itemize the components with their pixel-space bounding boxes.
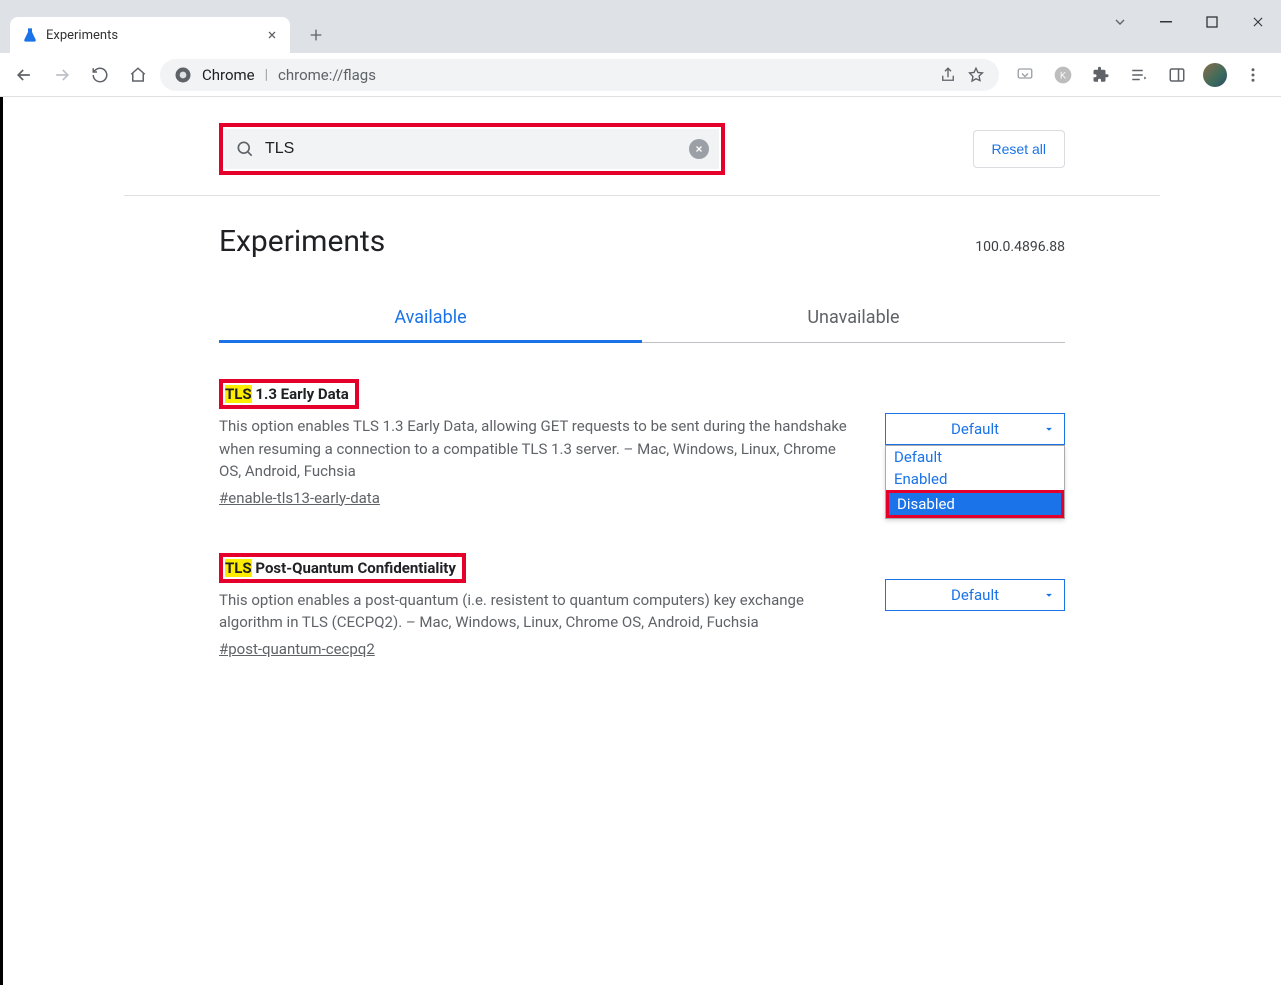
pocket-extension-icon[interactable]	[1009, 59, 1041, 91]
forward-button[interactable]	[46, 59, 78, 91]
search-match: TLS	[225, 385, 252, 403]
option-default[interactable]: Default	[886, 446, 1064, 468]
page-viewport[interactable]: Reset all Experiments 100.0.4896.88 Avai…	[0, 97, 1281, 985]
extension-k-icon[interactable]: K	[1047, 59, 1079, 91]
annotation-highlight-search	[219, 123, 725, 175]
experiment-row: TLS Post-Quantum Confidentiality This op…	[219, 553, 1065, 658]
experiment-title: 1.3 Early Data	[252, 385, 349, 403]
experiment-row: TLS 1.3 Early Data This option enables T…	[219, 379, 1065, 507]
chrome-icon	[174, 66, 192, 84]
new-tab-button[interactable]	[302, 21, 330, 49]
flask-icon	[22, 27, 38, 43]
profile-avatar[interactable]	[1199, 59, 1231, 91]
experiment-title: Post-Quantum Confidentiality	[252, 559, 456, 577]
bookmark-star-icon[interactable]	[967, 66, 985, 84]
maximize-button[interactable]	[1189, 6, 1235, 38]
flags-search-box[interactable]	[225, 129, 719, 169]
chevron-down-icon	[1042, 588, 1056, 602]
minimize-button[interactable]	[1143, 6, 1189, 38]
search-icon	[235, 139, 255, 159]
media-control-icon[interactable]	[1123, 59, 1155, 91]
tab-search-button[interactable]	[1097, 6, 1143, 38]
tab-strip: Experiments	[0, 0, 330, 53]
experiment-hash-link[interactable]: #enable-tls13-early-data	[219, 489, 380, 507]
experiment-description: This option enables TLS 1.3 Early Data, …	[219, 415, 851, 483]
toolbar-actions: K	[1005, 59, 1273, 91]
tab-available[interactable]: Available	[219, 293, 642, 343]
experiment-description: This option enables a post-quantum (i.e.…	[219, 589, 851, 634]
share-icon[interactable]	[939, 66, 957, 84]
side-panel-icon[interactable]	[1161, 59, 1193, 91]
window-controls	[1097, 0, 1281, 53]
reload-button[interactable]	[84, 59, 116, 91]
tab-unavailable[interactable]: Unavailable	[642, 293, 1065, 342]
select-dropdown: Default Enabled Disabled	[885, 445, 1065, 519]
close-tab-icon[interactable]	[266, 29, 278, 41]
experiments-list: TLS 1.3 Early Data This option enables T…	[219, 343, 1065, 658]
experiment-state-select[interactable]: Default	[885, 579, 1065, 611]
experiment-state-select[interactable]: Default	[885, 413, 1065, 445]
option-disabled[interactable]: Disabled	[886, 490, 1064, 518]
extensions-puzzle-icon[interactable]	[1085, 59, 1117, 91]
chevron-down-icon	[1042, 422, 1056, 436]
address-bar[interactable]: Chrome | chrome://flags	[160, 59, 999, 91]
page-title: Experiments	[219, 224, 385, 259]
browser-tab[interactable]: Experiments	[10, 17, 290, 53]
avatar-image	[1203, 63, 1227, 87]
flags-tabs: Available Unavailable	[219, 293, 1065, 343]
browser-toolbar: Chrome | chrome://flags K	[0, 53, 1281, 97]
annotation-highlight-title: TLS 1.3 Early Data	[219, 379, 359, 409]
annotation-highlight-title: TLS Post-Quantum Confidentiality	[219, 553, 466, 583]
url-separator: |	[265, 67, 268, 83]
select-value: Default	[951, 586, 999, 604]
url-origin: Chrome	[202, 66, 255, 84]
search-row: Reset all	[124, 97, 1160, 196]
search-match: TLS	[225, 559, 252, 577]
chrome-version-label: 100.0.4896.88	[975, 239, 1065, 255]
option-enabled[interactable]: Enabled	[886, 468, 1064, 490]
experiment-hash-link[interactable]: #post-quantum-cecpq2	[219, 640, 375, 658]
browser-window-chrome: Experiments	[0, 0, 1281, 53]
close-window-button[interactable]	[1235, 6, 1281, 38]
url-path: chrome://flags	[278, 66, 376, 84]
reset-all-button[interactable]: Reset all	[973, 130, 1065, 168]
select-value: Default	[951, 420, 999, 438]
flags-search-input[interactable]	[265, 140, 679, 158]
home-button[interactable]	[122, 59, 154, 91]
tab-title: Experiments	[46, 28, 118, 43]
clear-search-icon[interactable]	[689, 139, 709, 159]
svg-text:K: K	[1060, 70, 1066, 80]
back-button[interactable]	[8, 59, 40, 91]
kebab-menu-icon[interactable]	[1237, 59, 1269, 91]
